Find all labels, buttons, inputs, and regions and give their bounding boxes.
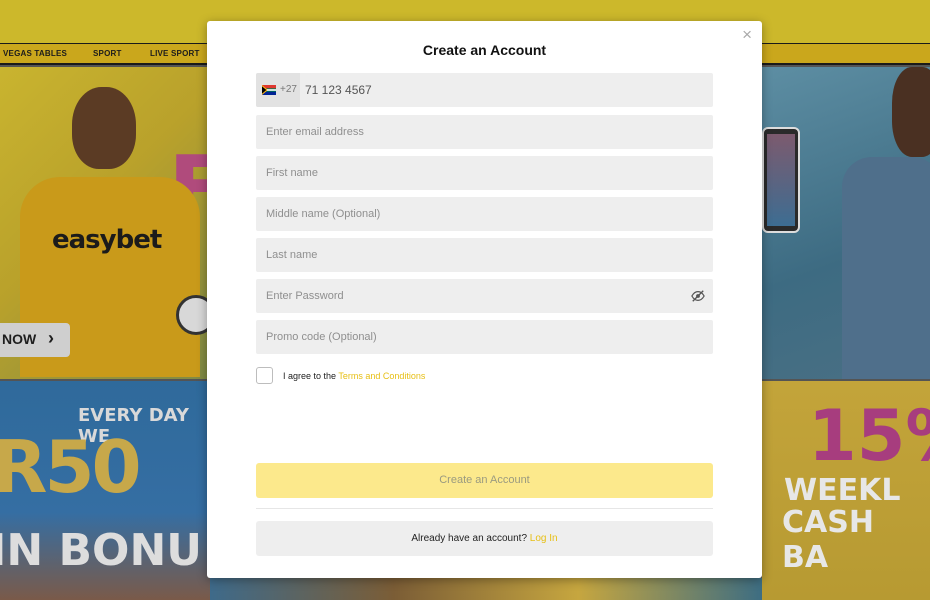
modal-title: Create an Account <box>422 42 547 58</box>
terms-label: I agree to the Terms and Conditions <box>283 371 425 381</box>
promo-banner-right: 15% WEEKL CASH BA <box>762 381 930 600</box>
create-account-button[interactable]: Create an Account <box>256 463 713 498</box>
promo-code-placeholder: Promo code (Optional) <box>266 331 377 343</box>
chevron-right-icon: › <box>48 328 54 348</box>
country-code: +27 <box>280 84 297 95</box>
nav-item-vegas-tables[interactable]: VEGAS TABLES <box>3 49 67 58</box>
promo-cashback-text: CASH BA <box>782 505 874 575</box>
hero-banner-right <box>762 67 930 379</box>
phone-field[interactable]: +27 71 123 4567 <box>256 73 713 107</box>
middle-name-placeholder: Middle name (Optional) <box>266 208 381 220</box>
football-icon <box>176 295 210 335</box>
promo-r50-text: R50 <box>0 425 142 509</box>
login-link[interactable]: Log In <box>530 533 558 544</box>
shirt-brand: easybet <box>52 225 162 255</box>
password-placeholder: Enter Password <box>266 290 344 302</box>
promo-banner-left: EVERY DAY WE R50 IN BONU <box>0 381 210 600</box>
terms-checkbox[interactable] <box>256 367 273 384</box>
terms-text: I agree to the <box>283 371 337 381</box>
last-name-field[interactable]: Last name <box>256 238 713 272</box>
middle-name-field[interactable]: Middle name (Optional) <box>256 197 713 231</box>
promo-percent-text: 15% <box>808 395 930 477</box>
email-field[interactable]: Enter email address <box>256 115 713 149</box>
promo-banner-bottom <box>210 578 762 600</box>
terms-link[interactable]: Terms and Conditions <box>338 371 425 381</box>
nav-item-live-sport[interactable]: LIVE SPORT <box>150 49 200 58</box>
eye-slash-icon[interactable] <box>691 289 705 303</box>
hero-person-right-image <box>832 67 930 379</box>
south-africa-flag-icon <box>262 85 276 95</box>
password-field[interactable]: Enter Password <box>256 279 713 313</box>
first-name-field[interactable]: First name <box>256 156 713 190</box>
divider <box>256 508 713 509</box>
create-account-modal: × Create an Account +27 71 123 4567 Ente… <box>207 21 762 578</box>
hero-cta-label: NOW <box>2 331 37 347</box>
close-icon[interactable]: × <box>742 26 752 43</box>
last-name-placeholder: Last name <box>266 249 318 261</box>
country-code-select[interactable]: +27 <box>256 73 300 107</box>
nav-item-sport[interactable]: SPORT <box>93 49 122 58</box>
promo-weekly-text: WEEKL <box>784 473 901 508</box>
hero-cta-button[interactable]: NOW › <box>0 323 70 357</box>
email-placeholder: Enter email address <box>266 126 364 138</box>
promo-code-field[interactable]: Promo code (Optional) <box>256 320 713 354</box>
phone-image <box>762 127 800 233</box>
phone-input[interactable]: 71 123 4567 <box>305 83 372 97</box>
login-prompt: Already have an account? Log In <box>256 521 713 556</box>
hero-banner-left: F easybet NOW › <box>0 67 210 379</box>
promo-bonus-text: IN BONU <box>0 525 203 576</box>
login-prompt-text: Already have an account? <box>411 533 528 544</box>
first-name-placeholder: First name <box>266 167 318 179</box>
